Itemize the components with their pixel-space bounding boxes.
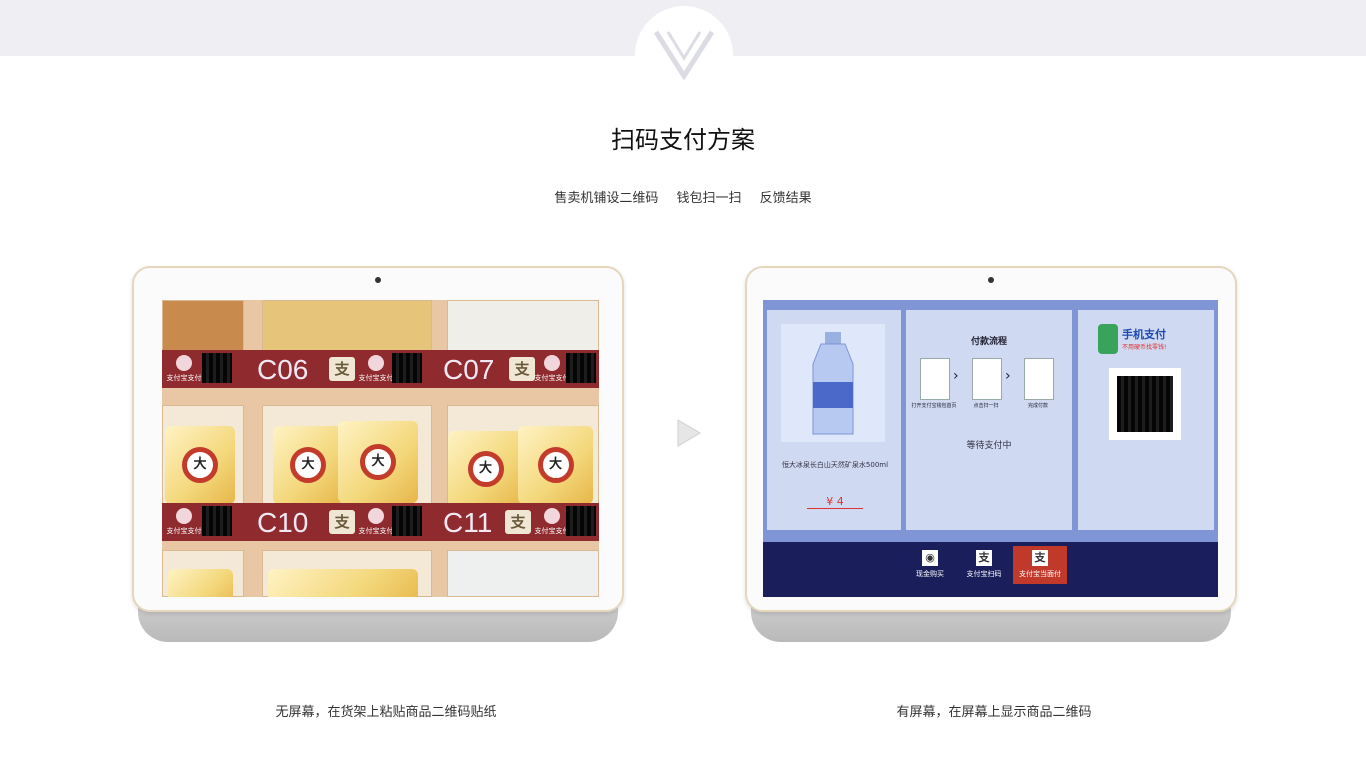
product: 大: [338, 421, 418, 503]
phone-step-icon: [1024, 358, 1054, 400]
nav-alipay-face-button[interactable]: 支支付宝当面付: [1013, 546, 1067, 584]
tablet-no-screen: 支付宝支付 C06 支 支付宝支付 C07 支 支付宝支付 大 大 大 大 大 …: [132, 266, 624, 612]
waiting-status: 等待支付中: [966, 441, 1012, 451]
alipay-icon: 支: [976, 550, 992, 566]
price-label-row: 支付宝支付 C10 支 支付宝支付 C11 支 支付宝支付: [162, 503, 599, 541]
product: 大: [273, 426, 343, 504]
qr-code-icon: [566, 353, 596, 383]
camera-dot: [988, 277, 994, 283]
qr-code-icon: [392, 353, 422, 383]
shelf-cell: 大 大: [447, 405, 599, 506]
qr-code-icon: [1117, 376, 1173, 432]
product: [268, 569, 418, 597]
alipay-badge: 支付宝支付: [164, 505, 204, 541]
step-3: 反馈结果: [759, 191, 812, 206]
alipay-badge: 支付宝支付: [164, 352, 204, 388]
slot-code: C10: [257, 507, 309, 538]
payment-flow-pane: 付款流程 › › 打开支付宝钱包首页 点击扫一扫 完成付款 等待支付中: [906, 310, 1072, 530]
logo: [635, 6, 733, 104]
product-image: [781, 324, 885, 442]
mobile-pay-sub: 不用硬币找零钱!: [1122, 344, 1167, 351]
slot-code: C07: [443, 354, 495, 385]
step-2: 钱包扫一扫: [676, 191, 742, 206]
mobile-pay-title: 手机支付: [1122, 328, 1166, 341]
alipay-badge: 支付宝支付: [356, 505, 396, 541]
qr-code-icon: [202, 506, 232, 536]
page-title: 扫码支付方案: [611, 126, 755, 154]
phone-step-icon: [920, 358, 950, 400]
slot-code: C06: [257, 354, 309, 385]
product-pane: 恒大冰泉长白山天然矿泉水500ml ¥ 4: [767, 310, 901, 530]
steps-line: 售卖机铺设二维码 钱包扫一扫 反馈结果: [0, 187, 1366, 206]
shelf-cell: 大: [162, 405, 244, 505]
mobile-pay-pane: 手机支付 不用硬币找零钱!: [1078, 310, 1214, 530]
nav-cash-button[interactable]: ◉ 现金购买: [903, 546, 957, 584]
qr-code-icon: [566, 506, 596, 536]
phone-step-icon: [972, 358, 1002, 400]
bottom-nav: ◉ 现金购买 支支付宝扫码 支支付宝当面付: [763, 542, 1218, 597]
v-logo-icon: [654, 30, 714, 80]
shelf-cell: [262, 550, 432, 597]
play-arrow-icon: [677, 419, 701, 447]
product: 大: [518, 426, 593, 504]
alipay-icon: 支: [1032, 550, 1048, 566]
price-label-row: 支付宝支付 C06 支 支付宝支付 C07 支 支付宝支付: [162, 350, 599, 388]
shelf-cell: 大 大: [262, 405, 432, 505]
caption-left: 无屏幕，在货架上粘贴商品二维码贴纸: [275, 705, 497, 720]
step-1: 售卖机铺设二维码: [554, 191, 659, 206]
product: 大: [448, 431, 523, 506]
product: [168, 569, 233, 597]
alipay-badge: 支付宝支付: [356, 352, 396, 388]
flow-step-label: 打开支付宝钱包首页: [911, 403, 957, 409]
price: ¥ 4: [807, 495, 863, 509]
product-name: 恒大冰泉长白山天然矿泉水500ml: [781, 461, 889, 469]
nav-alipay-scan-button[interactable]: 支支付宝扫码: [957, 546, 1011, 584]
vending-screen: 恒大冰泉长白山天然矿泉水500ml ¥ 4 付款流程 › › 打开支付宝钱包首页…: [763, 300, 1218, 597]
qr-code-icon: [392, 506, 422, 536]
flow-step-label: 完成付款: [1027, 403, 1048, 409]
caption-right: 有屏幕，在屏幕上显示商品二维码: [896, 705, 1092, 720]
qr-code-icon: [202, 353, 232, 383]
alipay-icon: 支: [505, 510, 531, 534]
shelf-cell: [162, 550, 244, 597]
chevron-right-icon: ›: [1005, 368, 1011, 384]
phone-icon: [1098, 324, 1118, 354]
alipay-icon: 支: [329, 357, 355, 381]
cash-icon: ◉: [922, 550, 938, 566]
shelf-cell: [447, 550, 599, 597]
camera-dot: [375, 277, 381, 283]
slot-code: C11: [443, 507, 493, 538]
shelf-photo: 支付宝支付 C06 支 支付宝支付 C07 支 支付宝支付 大 大 大 大 大 …: [162, 300, 599, 597]
water-bottle-icon: [812, 332, 854, 435]
tablet-with-screen: 恒大冰泉长白山天然矿泉水500ml ¥ 4 付款流程 › › 打开支付宝钱包首页…: [745, 266, 1237, 612]
chevron-right-icon: ›: [953, 368, 959, 384]
qr-code-panel: [1109, 368, 1181, 440]
product: 大: [165, 426, 235, 504]
alipay-icon: 支: [329, 510, 355, 534]
flow-step-label: 点击扫一扫: [973, 403, 999, 409]
flow-title: 付款流程: [970, 337, 1007, 347]
